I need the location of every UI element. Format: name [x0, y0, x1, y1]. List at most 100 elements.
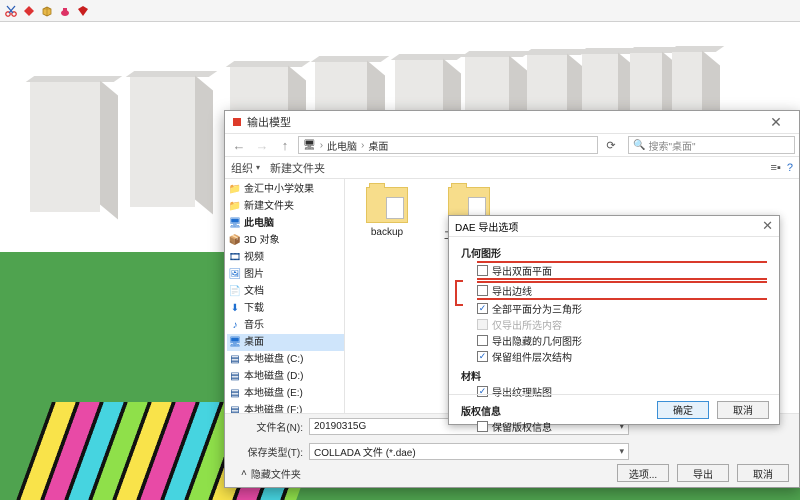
doc-icon: 📄 [229, 286, 241, 298]
cube-icon[interactable] [40, 4, 54, 18]
tree-item-label: 3D 对象 [244, 233, 280, 248]
ruby-icon[interactable] [76, 4, 90, 18]
teapot-icon[interactable] [58, 4, 72, 18]
option-label: 仅导出所选内容 [492, 317, 562, 332]
cancel-button[interactable]: 取消 [737, 464, 789, 482]
options-ok-button[interactable]: 确定 [657, 401, 709, 419]
music-icon: ♪ [229, 320, 241, 332]
tree-item-label: 新建文件夹 [244, 199, 294, 214]
tree-item[interactable]: ▤本地磁盘 (D:) [227, 368, 344, 385]
search-icon: 🔍 [633, 140, 645, 151]
tree-item-label: 文档 [244, 284, 264, 299]
option-group-label: 几何图形 [461, 245, 767, 260]
drive-icon: ▤ [229, 354, 241, 366]
help-icon[interactable]: ? [787, 162, 793, 174]
tree-item-label: 桌面 [244, 335, 264, 350]
drive-icon: ▤ [229, 388, 241, 400]
cube-icon: 📦 [229, 235, 241, 247]
search-placeholder: 搜索"桌面" [648, 138, 695, 153]
tree-item[interactable]: 📁新建文件夹 [227, 198, 344, 215]
pc-icon: 🖥 [303, 140, 316, 151]
video-icon: 🎞 [229, 252, 241, 264]
tree-item[interactable]: ♪音乐 [227, 317, 344, 334]
drive-icon: ▤ [229, 405, 241, 414]
desktop-icon: 🖥 [229, 337, 241, 349]
main-toolbar [0, 0, 800, 22]
options-title: DAE 导出选项 [455, 219, 518, 234]
view-mode-icon[interactable]: ≡▪ [771, 162, 781, 174]
breadcrumb-bar: ← → ↑ 🖥 › 此电脑 › 桌面 ⟳ 🔍 搜索"桌面" [225, 133, 799, 157]
hide-folders-button[interactable]: ˄ 隐藏文件夹 [241, 466, 301, 481]
tree-item[interactable]: 🖥桌面 [227, 334, 344, 351]
filetype-value: COLLADA 文件 (*.dae) [314, 444, 416, 459]
search-input[interactable]: 🔍 搜索"桌面" [628, 136, 795, 154]
tree-item-label: 金汇中小学效果 [244, 182, 314, 197]
scissors-icon[interactable] [4, 4, 18, 18]
tree-item[interactable]: ▤本地磁盘 (E:) [227, 385, 344, 402]
organize-button[interactable]: 组织▾ [231, 160, 260, 176]
dialog-titlebar: 输出模型 ✕ [225, 111, 799, 133]
new-folder-button[interactable]: 新建文件夹 [270, 160, 325, 176]
pic-icon: 🖼 [229, 269, 241, 281]
down-icon: ⬇ [229, 303, 241, 315]
option-row[interactable]: 导出边线 [477, 281, 767, 300]
filetype-select[interactable]: COLLADA 文件 (*.dae) ▾ [309, 443, 629, 460]
diamond-icon[interactable] [22, 4, 36, 18]
tree-item[interactable]: ⬇下载 [227, 300, 344, 317]
folder-icon [366, 187, 408, 223]
tree-item[interactable]: 📦3D 对象 [227, 232, 344, 249]
tree-item[interactable]: ▤本地磁盘 (F:) [227, 402, 344, 413]
tree-item-label: 下载 [244, 301, 264, 316]
tree-item-label: 本地磁盘 (F:) [244, 403, 302, 413]
breadcrumb-segment[interactable]: 桌面 [368, 138, 388, 153]
tree-item[interactable]: 🖥此电脑 [227, 215, 344, 232]
options-cancel-button[interactable]: 取消 [717, 401, 769, 419]
tree-item-label: 视频 [244, 250, 264, 265]
option-row[interactable]: ✓全部平面分为三角形 [477, 301, 767, 316]
option-row[interactable]: ✓ 保留组件层次结构 [477, 349, 767, 364]
highlight-annotation [455, 280, 463, 306]
option-label: 导出边线 [492, 283, 532, 298]
nav-back-icon[interactable]: ← [229, 138, 249, 153]
breadcrumb-segment[interactable]: 此电脑 [327, 138, 357, 153]
folder-item[interactable]: backup [355, 187, 419, 238]
nav-tree[interactable]: 📁金汇中小学效果📁新建文件夹🖥此电脑📦3D 对象🎞视频🖼图片📄文档⬇下载♪音乐🖥… [225, 179, 345, 413]
options-close-icon[interactable]: ✕ [762, 218, 773, 234]
dialog-title: 输出模型 [247, 114, 291, 130]
nav-up-icon[interactable]: ↑ [275, 138, 295, 153]
drive-icon: ▤ [229, 371, 241, 383]
tree-item[interactable]: 📄文档 [227, 283, 344, 300]
dialog-toolbar: 组织▾ 新建文件夹 ≡▪ ? [225, 157, 799, 179]
option-label: 导出隐藏的几何图形 [492, 333, 582, 348]
tree-item[interactable]: 🎞视频 [227, 249, 344, 266]
checkbox[interactable]: ✓ [477, 303, 488, 314]
dialog-close-button[interactable]: ✕ [759, 112, 793, 132]
app-icon [231, 116, 243, 128]
pc-icon: 🖥 [229, 218, 241, 230]
option-label: 导出双面平面 [492, 263, 552, 278]
option-row[interactable]: 导出双面平面 [477, 261, 767, 280]
tree-item-label: 本地磁盘 (C:) [244, 352, 303, 367]
tree-item-label: 本地磁盘 (E:) [244, 386, 303, 401]
refresh-icon[interactable]: ⟳ [601, 139, 621, 152]
breadcrumb-field[interactable]: 🖥 › 此电脑 › 桌面 [298, 136, 598, 154]
option-row: 仅导出所选内容 [477, 317, 767, 332]
tree-item[interactable]: ▤本地磁盘 (C:) [227, 351, 344, 368]
option-group-label: 材料 [461, 368, 767, 383]
checkbox[interactable] [477, 265, 488, 276]
chevron-up-icon: ˄ [241, 468, 247, 479]
option-row[interactable]: 导出隐藏的几何图形 [477, 333, 767, 348]
filename-value: 20190315G [314, 421, 366, 432]
checkbox [477, 319, 488, 330]
tree-item-label: 音乐 [244, 318, 264, 333]
nav-fwd-icon[interactable]: → [252, 138, 272, 153]
export-button[interactable]: 导出 [677, 464, 729, 482]
options-button[interactable]: 选项... [617, 464, 669, 482]
checkbox[interactable] [477, 335, 488, 346]
checkbox[interactable]: ✓ [477, 351, 488, 362]
tree-item[interactable]: 🖼图片 [227, 266, 344, 283]
tree-item[interactable]: 📁金汇中小学效果 [227, 181, 344, 198]
option-label: 保留组件层次结构 [492, 349, 572, 364]
tree-item-label: 图片 [244, 267, 264, 282]
checkbox[interactable] [477, 285, 488, 296]
